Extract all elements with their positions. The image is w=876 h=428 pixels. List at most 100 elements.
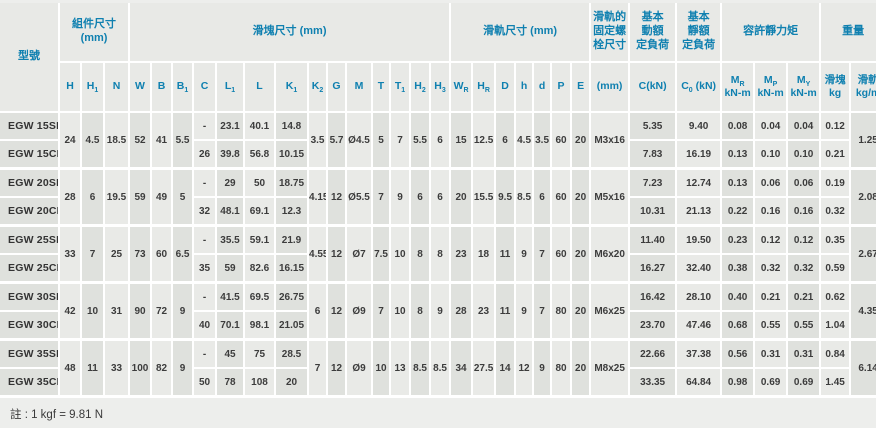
cell-G: 12: [328, 227, 347, 284]
cell-C0: 21.13: [677, 198, 722, 227]
cell-L: 40.1: [245, 113, 276, 141]
cell-HR: 18: [473, 227, 496, 284]
cell-d: 7: [534, 284, 552, 341]
cell-w_rail: 1.25: [851, 113, 876, 170]
cell-T1: 10: [391, 284, 411, 341]
cell-L1: 35.5: [217, 227, 245, 255]
cell-MY: 0.31: [788, 341, 821, 369]
cell-C0: 16.19: [677, 141, 722, 170]
cell-C0: 9.40: [677, 113, 722, 141]
cell-K2: 7: [309, 341, 328, 398]
cell-MY: 0.12: [788, 227, 821, 255]
col-header-MY: MYkN-m: [788, 63, 821, 113]
cell-h: 4.5: [516, 113, 534, 170]
cell-T: 10: [373, 341, 391, 398]
model-cell: EGW 30SB: [0, 284, 60, 312]
model-column-header: 型號: [0, 3, 60, 113]
col-header-T: T: [373, 63, 391, 113]
cell-T: 5: [373, 113, 391, 170]
cell-K1: 21.05: [276, 312, 309, 341]
cell-MP: 0.12: [755, 227, 788, 255]
cell-MY: 0.10: [788, 141, 821, 170]
cell-h: 8.5: [516, 170, 534, 227]
cell-w_block: 0.62: [821, 284, 851, 312]
cell-C0: 28.10: [677, 284, 722, 312]
col-header-P: P: [552, 63, 572, 113]
cell-K1: 10.15: [276, 141, 309, 170]
cell-G: 12: [328, 284, 347, 341]
cell-C0: 64.84: [677, 369, 722, 398]
col-header-H2: H2: [411, 63, 431, 113]
cell-MP: 0.31: [755, 341, 788, 369]
cell-C: 32: [194, 198, 217, 227]
cell-HR: 12.5: [473, 113, 496, 170]
cell-MY: 0.16: [788, 198, 821, 227]
cell-w_rail: 2.67: [851, 227, 876, 284]
cell-L1: 59: [217, 255, 245, 284]
cell-H2: 8: [411, 284, 431, 341]
cell-W: 52: [130, 113, 152, 170]
cell-H: 33: [60, 227, 82, 284]
cell-K2: 4.15: [309, 170, 328, 227]
cell-w_rail: 4.35: [851, 284, 876, 341]
cell-P: 60: [552, 113, 572, 170]
table-body: EGW 15SB244.518.552415.5-23.140.114.83.5…: [0, 113, 876, 398]
cell-w_block: 0.59: [821, 255, 851, 284]
cell-C0: 37.38: [677, 341, 722, 369]
cell-L1: 23.1: [217, 113, 245, 141]
cell-MP: 0.21: [755, 284, 788, 312]
cell-MR: 0.40: [722, 284, 755, 312]
cell-C: -: [194, 170, 217, 198]
col-header-MR: MRkN-m: [722, 63, 755, 113]
cell-N: 33: [105, 341, 130, 398]
cell-L1: 48.1: [217, 198, 245, 227]
cell-MR: 0.13: [722, 170, 755, 198]
cell-D: 9.5: [496, 170, 516, 227]
cell-B: 72: [152, 284, 173, 341]
cell-P: 80: [552, 341, 572, 398]
cell-MY: 0.69: [788, 369, 821, 398]
col-header-G: G: [328, 63, 347, 113]
cell-L1: 78: [217, 369, 245, 398]
cell-MP: 0.32: [755, 255, 788, 284]
cell-B1: 9: [173, 341, 194, 398]
cell-T1: 9: [391, 170, 411, 227]
col-header-h: h: [516, 63, 534, 113]
cell-N: 25: [105, 227, 130, 284]
cell-W: 59: [130, 170, 152, 227]
cell-C_dyn: 5.35: [630, 113, 677, 141]
cell-w_rail: 6.14: [851, 341, 876, 398]
cell-P: 80: [552, 284, 572, 341]
cell-d: 3.5: [534, 113, 552, 170]
cell-W: 90: [130, 284, 152, 341]
header-group-row: 型號組件尺寸(mm)滑塊尺寸 (mm)滑軌尺寸 (mm)滑軌的固定螺栓尺寸基本動…: [0, 3, 876, 63]
cell-L1: 70.1: [217, 312, 245, 341]
cell-w_block: 0.21: [821, 141, 851, 170]
cell-D: 11: [496, 227, 516, 284]
cell-MP: 0.55: [755, 312, 788, 341]
cell-M: Ø5.5: [347, 170, 373, 227]
cell-bolt: M8x25: [591, 341, 630, 398]
cell-C: -: [194, 284, 217, 312]
cell-L: 50: [245, 170, 276, 198]
table-row: EGW 15SB244.518.552415.5-23.140.114.83.5…: [0, 113, 876, 141]
col-header-H3: H3: [431, 63, 451, 113]
col-header-B: B: [152, 63, 173, 113]
cell-h: 12: [516, 341, 534, 398]
cell-H1: 4.5: [82, 113, 105, 170]
cell-H2: 5.5: [411, 113, 431, 170]
cell-MR: 0.23: [722, 227, 755, 255]
cell-K1: 20: [276, 369, 309, 398]
cell-B: 49: [152, 170, 173, 227]
cell-H2: 8: [411, 227, 431, 284]
cell-w_block: 0.19: [821, 170, 851, 198]
cell-C_dyn: 7.83: [630, 141, 677, 170]
cell-E: 20: [572, 113, 591, 170]
cell-L: 98.1: [245, 312, 276, 341]
cell-L: 69.5: [245, 284, 276, 312]
model-cell: EGW 25SB: [0, 227, 60, 255]
cell-B: 41: [152, 113, 173, 170]
cell-L: 108: [245, 369, 276, 398]
cell-MR: 0.56: [722, 341, 755, 369]
col-header-WR: WR: [451, 63, 473, 113]
